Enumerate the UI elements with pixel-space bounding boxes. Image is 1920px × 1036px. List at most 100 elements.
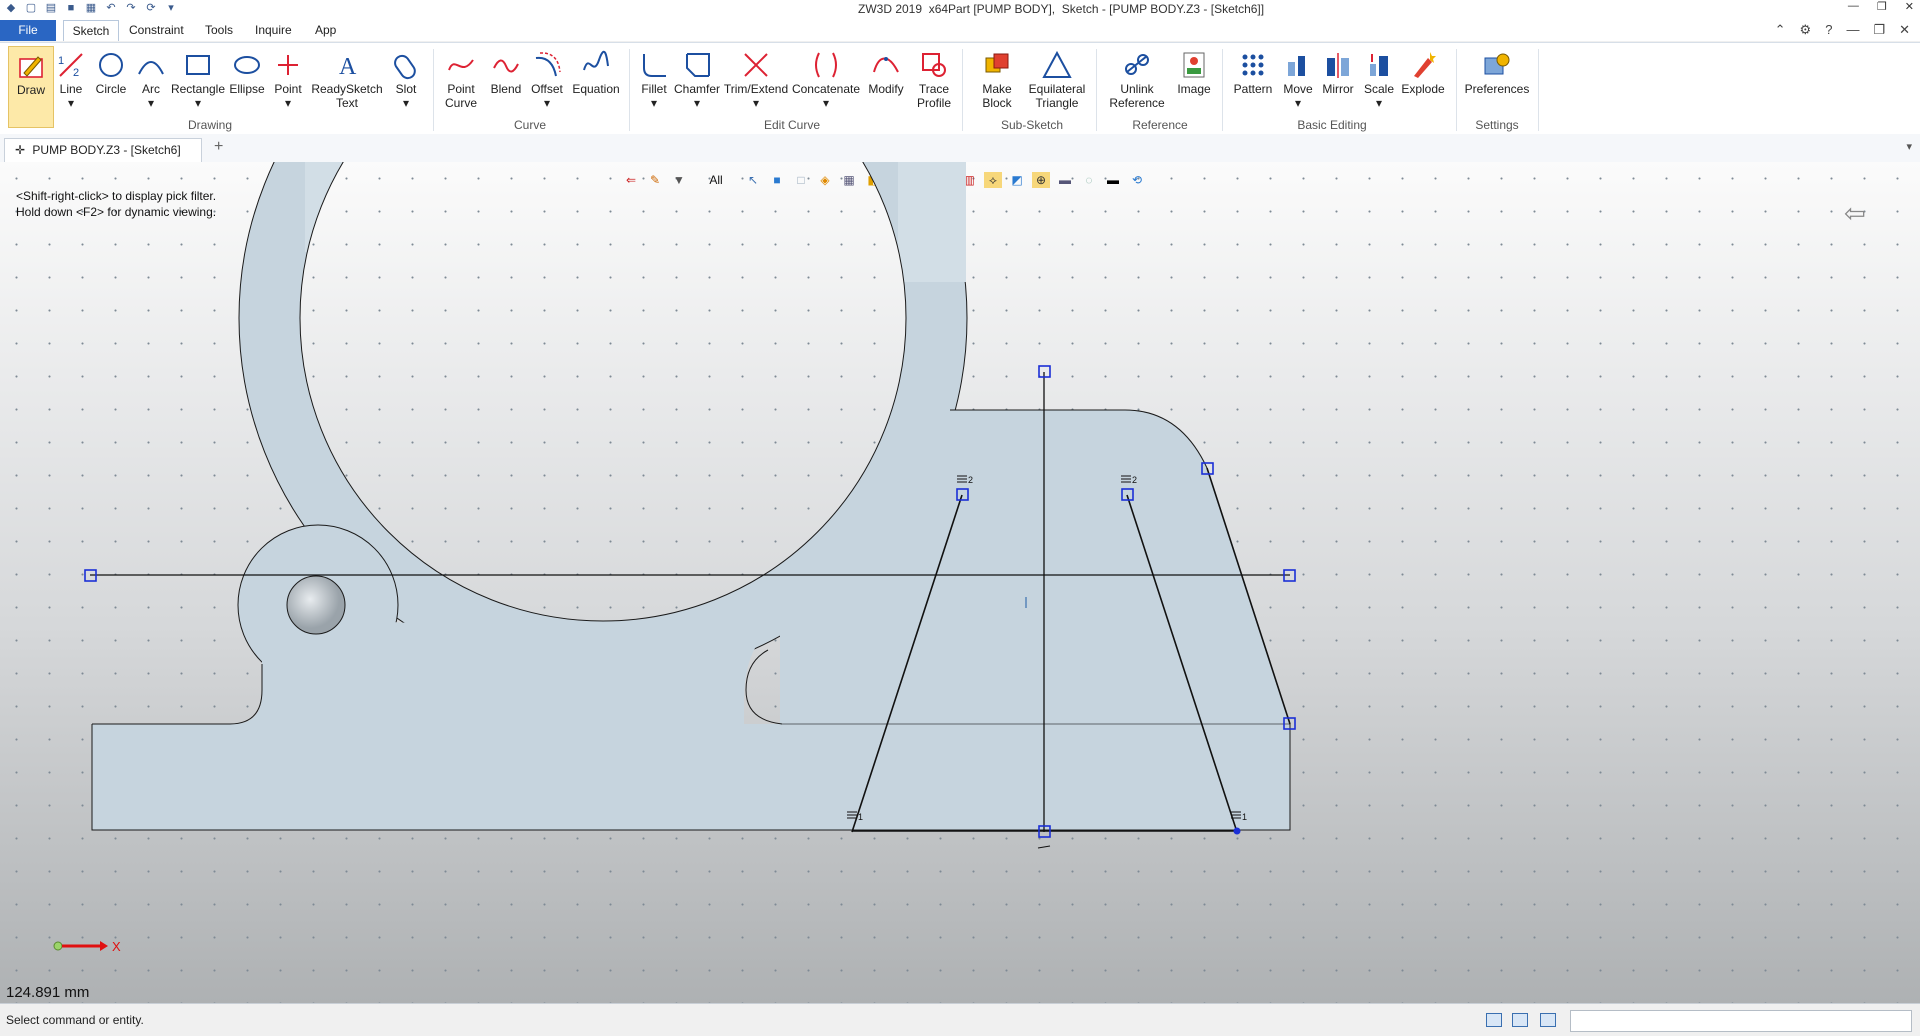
tab-list-icon[interactable]: ▾ [1906,140,1912,153]
unlink-reference-button[interactable]: Unlink Reference [1104,46,1170,126]
draw-button[interactable]: Draw [8,46,54,128]
shaded-cube-icon[interactable]: ■ [768,172,786,188]
group-label-curve: Curve [513,118,546,132]
rotate-view-icon[interactable]: ⟲ [1128,172,1146,188]
title-bar: ◆ ▢ ▤ ■ ▦ ↶ ↷ ⟳ ▾ ZW3D 2019 x64 Part [PU… [0,0,1920,19]
sketch-viewport[interactable] [0,162,1920,1003]
status-display-icon[interactable] [1512,1013,1528,1027]
undo-icon[interactable]: ↶ [104,1,118,15]
close-icon[interactable]: ✕ [1905,0,1914,13]
concatenate-button[interactable]: Concatenate ▾ [791,46,861,126]
equation-button[interactable]: Equation [570,46,622,126]
readysketch-text-button[interactable]: A ReadySketch Text [310,46,384,126]
snap-toggle-icon[interactable]: ⟡ [984,172,1002,188]
svg-text:1: 1 [58,55,64,67]
regen-icon[interactable]: ⟳ [144,1,158,15]
doc-restore-icon[interactable]: ❐ [1873,22,1885,38]
new-file-icon[interactable]: ▢ [24,1,38,15]
color-palette-icon[interactable]: ▥ [960,172,978,188]
grid-icon[interactable]: ▦ [840,172,858,188]
hidden-line-icon[interactable]: ◌ [1080,172,1098,188]
spline-icon [448,59,474,71]
doc-minimize-icon[interactable]: — [1846,22,1859,38]
customize-toolbar-icon[interactable]: ▾ [164,1,178,15]
blend-curve-icon [493,59,519,73]
chamfer-button[interactable]: Chamfer ▾ [674,46,720,126]
status-grid-icon[interactable] [1540,1013,1556,1027]
app-logo-icon: ◆ [6,2,16,14]
equation-curve-icon [583,50,609,71]
wireframe-cube-icon[interactable]: □ [792,172,810,188]
select-cursor-icon[interactable]: ↖ [744,172,762,188]
light-icon[interactable]: ♁ [936,172,954,188]
document-tab[interactable]: ✛ PUMP BODY.Z3 - [Sketch6] ✕ [4,138,202,179]
group-separator [1222,49,1223,131]
scale-button[interactable]: Scale ▾ [1360,46,1398,126]
tab-tools[interactable]: Tools [205,23,233,37]
preferences-button[interactable]: Preferences [1462,46,1532,126]
zoom-fit-icon[interactable]: ▣ [888,172,906,188]
section-icon[interactable]: ⊟ [912,172,930,188]
rectangle-button[interactable]: Rectangle ▾ [170,46,226,126]
minimize-icon[interactable]: — [1848,0,1859,13]
new-tab-plus-icon[interactable]: + [214,138,223,156]
help-icon[interactable]: ? [1825,22,1832,38]
open-folder-icon[interactable]: ▤ [44,1,58,15]
mirror-button[interactable]: Mirror [1318,46,1358,126]
ellipse-button[interactable]: Ellipse [228,46,266,126]
make-block-button[interactable]: Make Block [970,46,1024,126]
blend-button[interactable]: Blend [488,46,524,126]
point-button[interactable]: Point ▾ [270,46,306,126]
tab-sketch[interactable]: Sketch [63,20,119,41]
view-orientation-icon[interactable]: ◧ [864,172,882,188]
quick-access-toolbar: ◆ ▢ ▤ ■ ▦ ↶ ↷ ⟳ ▾ [4,1,178,15]
save-icon[interactable]: ■ [64,1,78,15]
fillet-button[interactable]: Fillet ▾ [636,46,672,126]
exit-sketch-large-icon[interactable]: ⇦ [1844,198,1866,229]
display-style-icon[interactable]: ▬ [1056,172,1074,188]
pick-filter-dropdown[interactable]: All [694,172,738,188]
eraser-icon[interactable]: ✎ [646,172,664,188]
text-a-icon: A [339,54,357,80]
filter-funnel-icon[interactable]: ▼ [670,172,688,188]
equilateral-triangle-button[interactable]: Equilateral Triangle [1026,46,1088,126]
tab-constraint[interactable]: Constraint [129,23,184,37]
image-icon [1183,52,1205,78]
display-toggle-icon[interactable]: ◩ [1008,172,1026,188]
move-button[interactable]: Move ▾ [1280,46,1316,126]
render-mode-icon[interactable]: ◈ [816,172,834,188]
tab-inquire[interactable]: Inquire [255,23,292,37]
crosshair-icon[interactable]: ⊕ [1032,172,1050,188]
trace-profile-icon [922,53,946,77]
print-icon[interactable]: ▦ [84,1,98,15]
svg-text:2: 2 [73,67,79,79]
arc-button[interactable]: Arc ▾ [136,46,166,126]
doc-close-icon[interactable]: ✕ [1899,22,1910,38]
ribbon: Draw 12 Line ▾ Circle Arc ▾ Rectangle ▾ Ell… [0,42,1920,136]
fillet-icon [643,54,666,77]
explode-button[interactable]: Explode [1400,46,1446,126]
trim-extend-button[interactable]: Trim/Extend ▾ [722,46,790,126]
settings-gear-icon[interactable]: ⚙ [1800,22,1812,38]
modify-button[interactable]: Modify [864,46,908,126]
line-color-swatch-icon[interactable]: ▬ [1104,172,1122,188]
command-input[interactable] [1570,1010,1912,1032]
image-button[interactable]: Image [1174,46,1214,126]
status-view-icon[interactable] [1486,1013,1502,1027]
trace-profile-button[interactable]: Trace Profile [912,46,956,126]
restore-icon[interactable]: ❐ [1877,0,1887,13]
exit-sketch-icon[interactable]: ⇐ [622,172,640,188]
file-menu[interactable]: File [0,20,56,41]
group-label-sub-sketch: Sub-Sketch [1000,118,1064,132]
document-tab-bar: ✛ PUMP BODY.Z3 - [Sketch6] ✕ + ▾ [0,134,1920,179]
line-button[interactable]: 12 Line ▾ [56,46,86,126]
circle-button[interactable]: Circle [93,46,129,126]
tab-app[interactable]: App [315,23,336,37]
redo-icon[interactable]: ↷ [124,1,138,15]
offset-button[interactable]: Offset ▾ [527,46,567,126]
collapse-ribbon-icon[interactable]: ⌃ [1775,22,1786,38]
pattern-button[interactable]: Pattern [1230,46,1276,126]
slot-button[interactable]: Slot ▾ [388,46,424,126]
group-label-settings: Settings [1475,118,1519,132]
point-curve-button[interactable]: Point Curve [440,46,482,126]
